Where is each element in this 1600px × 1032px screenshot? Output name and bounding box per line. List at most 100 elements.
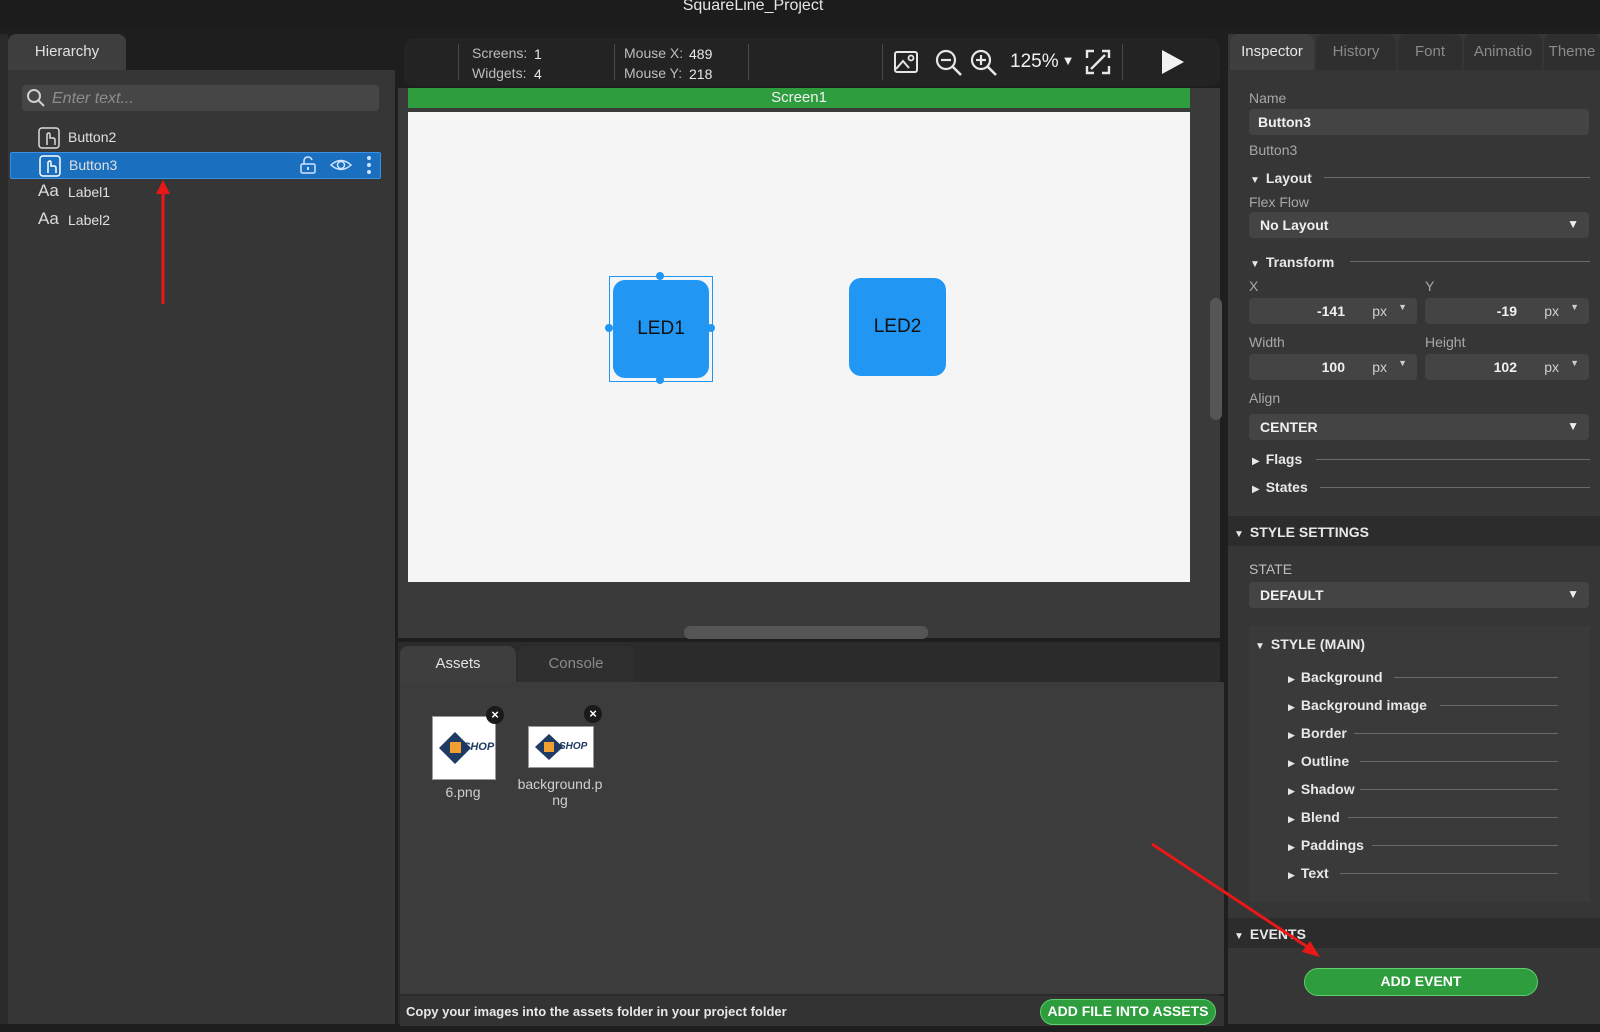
resize-handle-top[interactable]	[656, 272, 664, 280]
mouse-x-value: 489	[689, 46, 713, 62]
zoom-level: 125%	[1010, 51, 1059, 72]
tab-console[interactable]: Console	[518, 646, 634, 682]
style-item-background-image[interactable]: ▶ Background image	[1288, 697, 1427, 713]
section-divider	[1394, 677, 1558, 678]
more-vertical-icon[interactable]	[366, 155, 372, 175]
style-item-shadow[interactable]: ▶ Shadow	[1288, 781, 1355, 797]
toolbar-separator	[1122, 44, 1123, 80]
asset-thumbnail-6png[interactable]: SHOP	[432, 716, 496, 780]
led1-button[interactable]: LED1	[613, 280, 709, 378]
y-input[interactable]: -19 px ▼	[1425, 298, 1589, 324]
section-divider	[1350, 261, 1590, 262]
screen-title-bar[interactable]: Screen1	[408, 88, 1190, 108]
tab-assets[interactable]: Assets	[400, 646, 516, 682]
hierarchy-item-label2[interactable]: Aa Label2	[10, 208, 379, 233]
unlock-icon[interactable]	[298, 155, 318, 175]
width-unit: px	[1372, 359, 1387, 375]
add-event-button[interactable]: ADD EVENT	[1304, 968, 1538, 996]
widgets-label: Widgets:	[472, 65, 527, 81]
flags-section-header[interactable]: ▶ Flags	[1252, 451, 1302, 467]
hierarchy-item-label1[interactable]: Aa Label1	[10, 180, 379, 205]
width-input[interactable]: 100 px ▼	[1249, 354, 1417, 380]
fit-screen-icon[interactable]	[1084, 48, 1112, 76]
height-label: Height	[1425, 334, 1466, 350]
state-dropdown[interactable]: DEFAULT ▼	[1249, 582, 1589, 608]
hierarchy-item-label: Label1	[68, 184, 111, 200]
x-input[interactable]: -141 px ▼	[1249, 298, 1417, 324]
search-icon	[27, 89, 45, 107]
caret-down-icon: ▼	[1234, 931, 1244, 942]
visibility-eye-icon[interactable]	[329, 155, 353, 175]
style-main-header[interactable]: ▼ STYLE (MAIN)	[1255, 636, 1365, 652]
led2-button[interactable]: LED2	[849, 278, 946, 376]
layout-section-header[interactable]: ▼ Layout	[1250, 170, 1312, 186]
widgets-count: 4	[534, 66, 542, 82]
hierarchy-item-button3[interactable]: Button3	[10, 152, 381, 179]
style-item-background[interactable]: ▶ Background	[1288, 669, 1383, 685]
style-item-outline[interactable]: ▶ Outline	[1288, 753, 1349, 769]
row-actions	[298, 155, 372, 175]
tab-font[interactable]: Font	[1398, 34, 1462, 70]
widget-type-label: Button3	[1249, 142, 1298, 158]
screen-canvas[interactable]	[408, 112, 1190, 582]
style-item-blend[interactable]: ▶ Blend	[1288, 809, 1340, 825]
window-title: SquareLine_Project	[682, 0, 824, 14]
style-item-paddings[interactable]: ▶ Paddings	[1288, 837, 1364, 853]
mouse-x-label: Mouse X:	[624, 45, 684, 61]
states-section-header[interactable]: ▶ States	[1252, 479, 1308, 495]
style-item-border[interactable]: ▶ Border	[1288, 725, 1347, 741]
flex-flow-value: No Layout	[1260, 217, 1329, 233]
caret-right-icon: ▶	[1288, 674, 1295, 684]
height-input[interactable]: 102 px ▼	[1425, 354, 1589, 380]
section-divider	[1372, 845, 1558, 846]
zoom-level-dropdown[interactable]: 125% ▼	[1010, 51, 1074, 73]
transform-section-header[interactable]: ▼ Transform	[1250, 254, 1334, 270]
flex-flow-dropdown[interactable]: No Layout ▼	[1249, 212, 1589, 238]
remove-asset-icon[interactable]: ×	[584, 705, 602, 723]
y-label: Y	[1425, 278, 1435, 294]
asset-thumbnail-background[interactable]: SHOP	[528, 726, 594, 768]
tab-hierarchy[interactable]: Hierarchy	[8, 34, 126, 70]
tab-animation[interactable]: Animatio	[1464, 34, 1542, 70]
zoom-out-icon[interactable]	[934, 48, 964, 78]
tab-inspector[interactable]: Inspector	[1230, 34, 1314, 70]
remove-asset-icon[interactable]: ×	[486, 706, 504, 724]
width-label: Width	[1249, 334, 1285, 350]
height-value: 102	[1493, 359, 1517, 375]
unit-caret-icon: ▼	[1570, 358, 1579, 368]
section-divider	[1316, 459, 1590, 460]
align-label: Align	[1249, 390, 1281, 406]
button-widget-icon	[38, 127, 60, 149]
shop-logo-icon: SHOP	[535, 734, 588, 760]
title-bar: SquareLine_Project	[0, 0, 1600, 30]
align-dropdown[interactable]: CENTER ▼	[1249, 414, 1589, 440]
zoom-in-icon[interactable]	[969, 48, 999, 78]
layout-title: Layout	[1265, 170, 1312, 186]
hierarchy-item-label: Button2	[68, 129, 117, 145]
search-input[interactable]	[50, 85, 374, 113]
canvas-vertical-scrollbar[interactable]	[1210, 298, 1222, 420]
style-item-text[interactable]: ▶ Text	[1288, 865, 1329, 881]
resize-handle-left[interactable]	[605, 324, 613, 332]
image-toggle-icon[interactable]	[892, 48, 920, 76]
screens-count: 1	[534, 46, 542, 62]
tab-history[interactable]: History	[1316, 34, 1396, 70]
toolbar-separator	[614, 44, 615, 80]
canvas-horizontal-scrollbar[interactable]	[684, 626, 928, 639]
name-label: Name	[1249, 90, 1287, 106]
caret-right-icon: ▶	[1288, 842, 1295, 852]
name-value: Button3	[1258, 114, 1311, 130]
add-file-into-assets-button[interactable]: ADD FILE INTO ASSETS	[1040, 999, 1216, 1025]
style-settings-header[interactable]: ▼ STYLE SETTINGS	[1234, 524, 1369, 540]
resize-handle-right[interactable]	[707, 324, 715, 332]
style-settings-title: STYLE SETTINGS	[1249, 524, 1369, 540]
events-header[interactable]: ▼ EVENTS	[1234, 926, 1306, 942]
play-icon[interactable]	[1158, 48, 1186, 76]
name-field[interactable]: Button3	[1249, 109, 1589, 135]
flags-title: Flags	[1265, 451, 1303, 467]
style-item-label: Border	[1300, 725, 1347, 741]
tab-themes[interactable]: Theme	[1544, 34, 1600, 70]
resize-handle-bottom[interactable]	[656, 376, 664, 384]
hierarchy-item-button2[interactable]: Button2	[10, 125, 379, 150]
assets-footer-message: Copy your images into the assets folder …	[406, 1004, 787, 1019]
